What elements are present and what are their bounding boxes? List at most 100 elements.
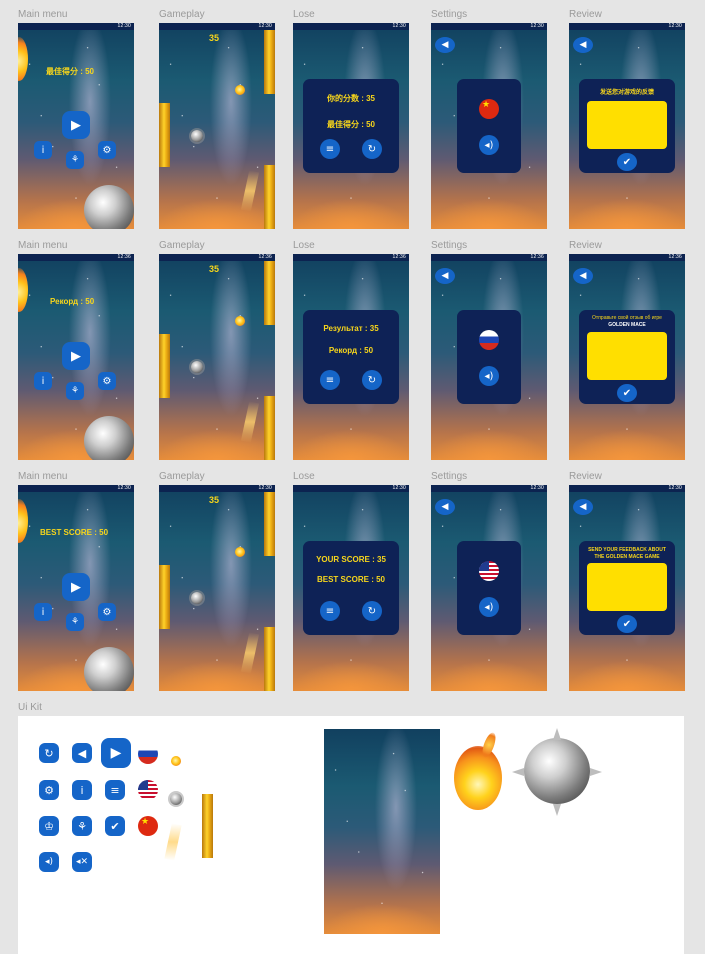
- status-time: 12:30: [530, 23, 544, 29]
- kit-achievements-button[interactable]: ⚘: [72, 816, 92, 836]
- kit-restart-button[interactable]: ↻: [39, 743, 59, 763]
- kit-menu-button[interactable]: ≡: [105, 780, 125, 800]
- settings-panel: ◂): [457, 79, 521, 173]
- kit-fire-flame: [479, 731, 499, 759]
- mace-enemy: [191, 592, 203, 604]
- your-score-label: 你的分数 : 35: [326, 94, 375, 103]
- status-bar: 12:30: [431, 23, 547, 30]
- language-flag-china[interactable]: [479, 99, 499, 119]
- your-score-label: YOUR SCORE : 35: [316, 555, 386, 564]
- back-button[interactable]: ◀: [573, 499, 593, 515]
- kit-settings-button[interactable]: ⚙: [39, 780, 59, 800]
- best-score-label: BEST SCORE : 50: [316, 575, 385, 584]
- achievements-icon: ⚘: [77, 819, 87, 833]
- achievements-button[interactable]: ⚘: [66, 382, 84, 400]
- review-subtitle: GOLDEN MACE: [608, 322, 646, 328]
- lose-panel: 你的分数 : 35 最佳得分 : 50 ≡ ↻: [303, 79, 399, 173]
- play-button[interactable]: ▶: [62, 342, 90, 370]
- review-screen: 12:30 ◀ 发送您对游戏的反馈 ✔: [569, 23, 685, 229]
- info-button[interactable]: i: [34, 372, 52, 390]
- sound-toggle-button[interactable]: ◂): [479, 366, 499, 386]
- gameplay-screen: 12:36 35: [159, 254, 275, 460]
- play-button[interactable]: ▶: [62, 573, 90, 601]
- kit-fire-trail: [164, 823, 182, 861]
- sound-toggle-button[interactable]: ◂): [479, 597, 499, 617]
- kit-mace-spike: [512, 768, 524, 776]
- best-score-label: BEST SCORE : 50: [40, 528, 109, 537]
- restart-button[interactable]: ↻: [362, 139, 382, 159]
- settings-button[interactable]: ⚙: [98, 603, 116, 621]
- starfield: [159, 23, 275, 229]
- feedback-input[interactable]: [587, 332, 667, 380]
- kit-flag-china[interactable]: [138, 816, 158, 836]
- kit-check-button[interactable]: ✔: [105, 816, 125, 836]
- settings-button[interactable]: ⚙: [98, 372, 116, 390]
- status-time: 12:30: [258, 23, 272, 29]
- info-icon: i: [41, 375, 45, 387]
- restart-button[interactable]: ↻: [362, 601, 382, 621]
- language-flag-russia[interactable]: [479, 330, 499, 350]
- menu-button[interactable]: ≡: [320, 601, 340, 621]
- review-title: SEND YOUR FEEDBACK ABOUT: [588, 547, 666, 553]
- language-flag-usa[interactable]: [479, 561, 499, 581]
- status-time: 12:30: [668, 23, 682, 29]
- mace-decoration: [84, 647, 134, 691]
- feedback-input[interactable]: [587, 563, 667, 611]
- pillar-top: [264, 30, 275, 94]
- back-button[interactable]: ◀: [573, 37, 593, 53]
- kit-play-button[interactable]: ▶: [101, 738, 131, 768]
- status-bar: 12:30: [431, 485, 547, 492]
- lose-screen: 12:30 你的分数 : 35 最佳得分 : 50 ≡ ↻: [293, 23, 409, 229]
- play-icon: ▶: [71, 579, 81, 595]
- review-screen: 12:36 ◀ Отправьте свой отзыв об игре GOL…: [569, 254, 685, 460]
- back-arrow-icon: ◀: [579, 502, 587, 512]
- achievements-button[interactable]: ⚘: [66, 151, 84, 169]
- menu-icon: ≡: [325, 374, 335, 386]
- review-subtitle: THE GOLDEN MACE GAME: [594, 554, 660, 560]
- kit-sound-off-button[interactable]: ◂✕: [72, 852, 92, 872]
- kit-fireball-large: [454, 746, 502, 810]
- submit-button[interactable]: ✔: [617, 153, 637, 171]
- gear-icon: ⚙: [102, 606, 112, 618]
- best-score-label: 最佳得分 : 50: [326, 120, 375, 129]
- status-bar: 12:30: [159, 23, 275, 30]
- sound-toggle-button[interactable]: ◂): [479, 135, 499, 155]
- info-button[interactable]: i: [34, 141, 52, 159]
- frame-label-gameplay: Gameplay: [159, 9, 205, 20]
- kit-flag-russia[interactable]: [138, 744, 158, 764]
- sound-on-icon: ◂): [484, 139, 494, 151]
- kit-flag-usa[interactable]: [138, 780, 158, 800]
- status-bar: 12:36: [18, 254, 134, 261]
- back-button[interactable]: ◀: [435, 268, 455, 284]
- restart-icon: ↻: [367, 374, 377, 386]
- play-button[interactable]: ▶: [62, 111, 90, 139]
- info-button[interactable]: i: [34, 603, 52, 621]
- best-score-label: Рекорд : 50: [328, 346, 374, 355]
- achievements-icon: ⚘: [70, 386, 80, 396]
- pillar-bottom: [264, 396, 275, 460]
- back-arrow-icon: ◀: [579, 40, 587, 50]
- review-title: 发送您对游戏的反馈: [599, 90, 654, 96]
- gear-icon: ⚙: [44, 783, 54, 797]
- restart-icon: ↻: [367, 605, 377, 617]
- submit-button[interactable]: ✔: [617, 384, 637, 402]
- restart-button[interactable]: ↻: [362, 370, 382, 390]
- back-button[interactable]: ◀: [435, 499, 455, 515]
- back-button[interactable]: ◀: [573, 268, 593, 284]
- kit-back-button[interactable]: ◀: [72, 743, 92, 763]
- settings-panel: ◂): [457, 310, 521, 404]
- kit-trophy-button[interactable]: ♔: [39, 816, 59, 836]
- settings-button[interactable]: ⚙: [98, 141, 116, 159]
- menu-button[interactable]: ≡: [320, 370, 340, 390]
- submit-button[interactable]: ✔: [617, 615, 637, 633]
- kit-info-button[interactable]: i: [72, 780, 92, 800]
- achievements-button[interactable]: ⚘: [66, 613, 84, 631]
- menu-button[interactable]: ≡: [320, 139, 340, 159]
- kit-mace-spike: [553, 728, 561, 740]
- lose-screen: 12:36 Результат : 35 Рекорд : 50 ≡ ↻: [293, 254, 409, 460]
- feedback-input[interactable]: [587, 101, 667, 149]
- kit-sound-on-button[interactable]: ◂): [39, 852, 59, 872]
- back-button[interactable]: ◀: [435, 37, 455, 53]
- frame-label-lose: Lose: [293, 240, 315, 251]
- menu-icon: ≡: [325, 143, 335, 155]
